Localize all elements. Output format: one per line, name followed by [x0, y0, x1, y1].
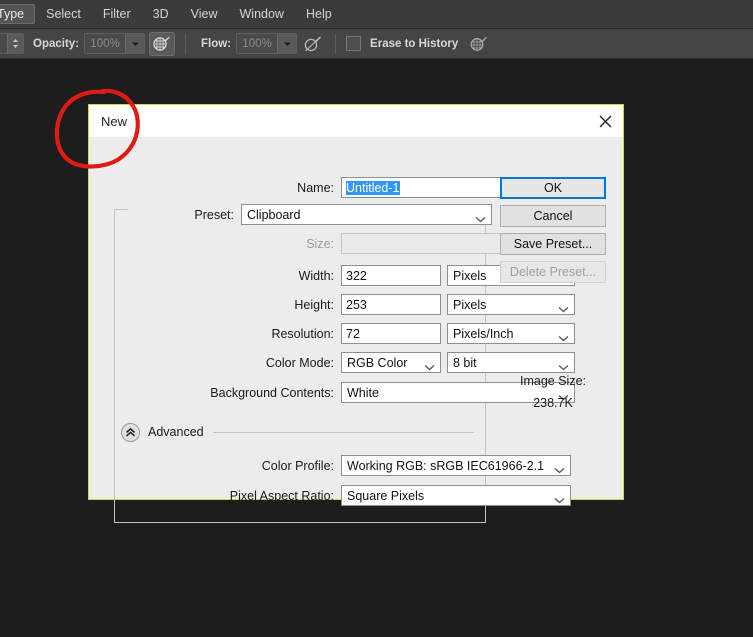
image-size-value: 238.7K	[533, 396, 573, 410]
resolution-unit-dropdown[interactable]: Pixels/Inch	[447, 323, 575, 344]
delete-preset-button: Delete Preset...	[500, 261, 606, 283]
size-label: Size:	[306, 236, 334, 251]
erase-to-history-checkbox[interactable]	[346, 36, 362, 51]
opacity-value: 100%	[85, 34, 126, 53]
color-profile-dropdown[interactable]: Working RGB: sRGB IEC61966-2.1	[341, 455, 571, 476]
chevron-double-up-icon[interactable]	[121, 422, 140, 442]
color-mode-dropdown[interactable]: RGB Color	[341, 352, 441, 373]
resolution-row: Resolution: 72 Pixels/Inch	[209, 323, 575, 344]
preset-dropdown[interactable]: Clipboard	[241, 204, 492, 225]
chevron-down-icon	[558, 360, 569, 373]
name-input-value: Untitled-1	[346, 180, 400, 195]
name-label: Name:	[297, 180, 334, 195]
chevron-down-icon	[475, 212, 486, 225]
width-unit-value: Pixels	[453, 268, 487, 283]
pixel-aspect-dropdown[interactable]: Square Pixels	[341, 485, 571, 506]
background-contents-label: Background Contents:	[210, 385, 334, 400]
pixel-aspect-row: Pixel Aspect Ratio: Square Pixels	[122, 485, 571, 506]
chevron-down-icon	[558, 302, 569, 315]
preset-row: Preset: Clipboard	[122, 204, 492, 225]
flow-label: Flow:	[201, 37, 232, 50]
flow-value: 100%	[237, 34, 278, 53]
dialog-body: Name: Untitled-1 Preset: Clipboard Size:	[89, 137, 623, 523]
advanced-label: Advanced	[148, 425, 204, 439]
menu-item-select[interactable]: Select	[35, 4, 92, 25]
options-bar: n Opacity: 100% Flow: 100%	[0, 29, 753, 59]
height-label: Height:	[294, 297, 334, 312]
width-input[interactable]: 322	[341, 265, 441, 286]
dialog-title-bar[interactable]: New	[89, 105, 623, 137]
height-unit-value: Pixels	[453, 297, 487, 312]
chevron-down-icon	[424, 360, 435, 373]
menu-item-window[interactable]: Window	[229, 4, 295, 25]
chevron-down-icon	[554, 493, 565, 506]
background-contents-value: White	[347, 385, 379, 400]
airbrush-icon[interactable]	[467, 33, 491, 55]
menu-bar: Type Select Filter 3D View Window Help	[0, 0, 753, 29]
menu-item-filter[interactable]: Filter	[92, 4, 142, 25]
chevron-down-icon	[554, 463, 565, 476]
image-size-label: Image Size:	[519, 374, 586, 388]
pixel-aspect-value: Square Pixels	[347, 488, 425, 503]
color-profile-value: Working RGB: sRGB IEC61966-2.1	[347, 458, 545, 473]
chevron-down-icon[interactable]	[277, 34, 297, 53]
height-value: 253	[346, 297, 367, 312]
color-profile-row: Color Profile: Working RGB: sRGB IEC6196…	[122, 455, 571, 476]
ok-button[interactable]: OK	[500, 177, 606, 199]
cancel-button[interactable]: Cancel	[500, 205, 606, 227]
height-row: Height: 253 Pixels	[209, 294, 575, 315]
menu-item-3d[interactable]: 3D	[142, 4, 180, 25]
dialog-title: New	[101, 113, 128, 129]
height-input[interactable]: 253	[341, 294, 441, 315]
preset-value: Clipboard	[247, 207, 301, 222]
advanced-section-header: Advanced	[121, 422, 476, 442]
chevron-down-icon	[558, 331, 569, 344]
spinner-icon[interactable]	[7, 34, 23, 53]
height-unit-dropdown[interactable]: Pixels	[447, 294, 575, 315]
options-separator	[335, 33, 337, 54]
advanced-divider	[212, 431, 474, 433]
options-separator	[185, 33, 187, 54]
resolution-unit-value: Pixels/Inch	[453, 326, 514, 341]
width-value: 322	[346, 268, 367, 283]
erase-to-history-label: Erase to History	[370, 37, 459, 50]
resolution-label: Resolution:	[271, 326, 334, 341]
menu-item-view[interactable]: View	[180, 4, 229, 25]
menu-item-help[interactable]: Help	[295, 4, 343, 25]
color-profile-label: Color Profile:	[261, 458, 334, 473]
width-label: Width:	[298, 268, 334, 283]
opacity-label: Opacity:	[33, 37, 80, 50]
airbrush-opacity-icon[interactable]	[149, 31, 176, 56]
color-depth-dropdown[interactable]: 8 bit	[447, 352, 575, 373]
airbrush-pressure-icon[interactable]	[301, 33, 325, 55]
blend-mode-dropdown[interactable]: n	[0, 33, 24, 54]
flow-field[interactable]: 100%	[236, 33, 298, 54]
chevron-down-icon[interactable]	[125, 34, 145, 53]
new-document-dialog: New Name: Untitled-1 Preset: Clipboard S…	[88, 104, 624, 523]
opacity-field[interactable]: 100%	[84, 33, 146, 54]
pixel-aspect-label: Pixel Aspect Ratio:	[229, 488, 334, 503]
save-preset-button[interactable]: Save Preset...	[500, 233, 606, 255]
close-icon[interactable]	[595, 111, 615, 131]
color-mode-value: RGB Color	[347, 355, 408, 370]
color-mode-label: Color Mode:	[265, 355, 334, 370]
resolution-value: 72	[346, 326, 360, 341]
color-depth-value: 8 bit	[453, 355, 477, 370]
resolution-input[interactable]: 72	[341, 323, 441, 344]
color-mode-row: Color Mode: RGB Color 8 bit	[209, 352, 575, 373]
preset-label: Preset:	[194, 207, 234, 222]
menu-item-type[interactable]: Type	[0, 3, 36, 25]
